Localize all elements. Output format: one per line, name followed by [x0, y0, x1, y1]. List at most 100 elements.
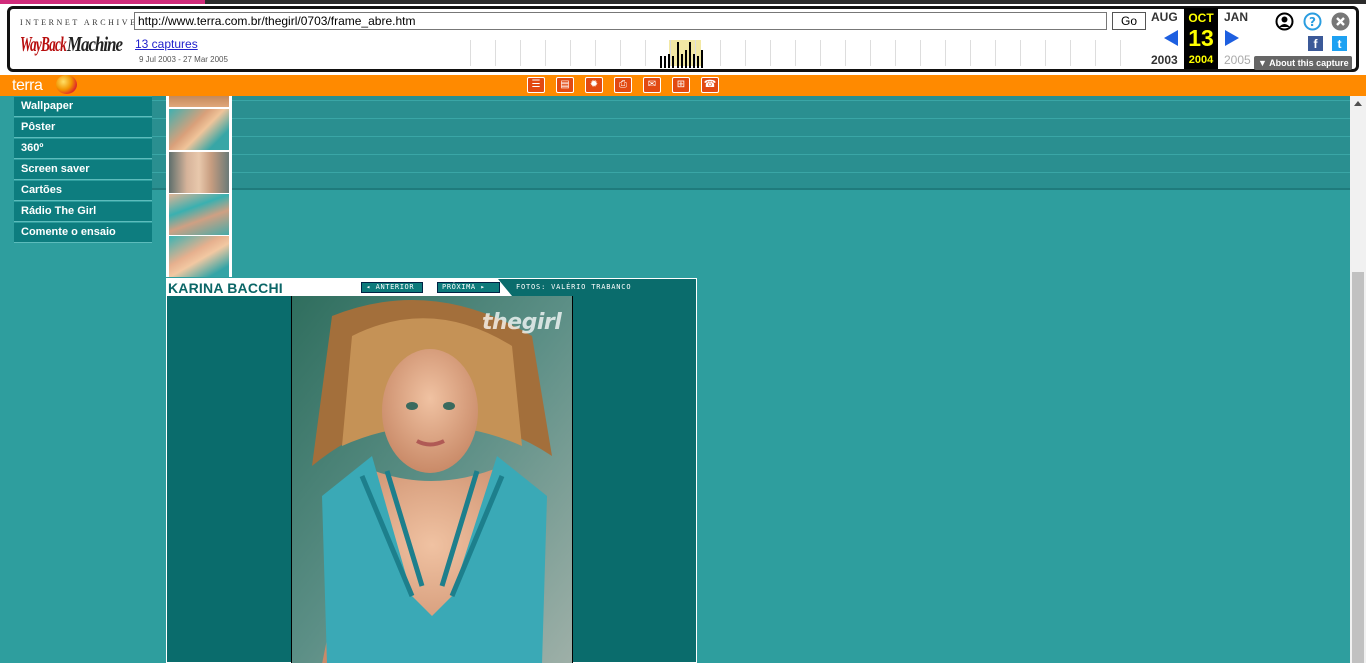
sparkline-month-divider — [995, 40, 996, 66]
sparkline-month-divider — [945, 40, 946, 66]
star-icon[interactable]: ✹ — [585, 77, 603, 93]
about-capture-label: About this capture — [1269, 58, 1349, 68]
sparkline-month-divider — [970, 40, 971, 66]
menu-item-poster[interactable]: Pôster — [14, 118, 152, 138]
thumbnail-image[interactable] — [169, 194, 229, 235]
next-month-label[interactable]: JAN — [1224, 10, 1248, 24]
cart-icon[interactable]: ⊞ — [672, 77, 690, 93]
previous-photo-button[interactable]: ◂ ANTERIOR — [361, 282, 423, 293]
photo-credit: FOTOS: VALÉRIO TRABANCO — [516, 283, 632, 291]
contact-icon[interactable]: ☎ — [701, 77, 719, 93]
thumbnail-image[interactable] — [169, 236, 229, 277]
chat-icon[interactable]: ☰ — [527, 77, 545, 93]
scrollbar-thumb[interactable] — [1352, 272, 1364, 663]
wayback-machine-logo[interactable]: WayBack Machine — [19, 29, 123, 57]
banner-stripe — [152, 154, 1350, 155]
terra-logo-icon[interactable] — [56, 75, 77, 94]
sparkline-capture-bar — [681, 54, 683, 68]
sparkline-month-divider — [520, 40, 521, 66]
terra-header-bar: terra ☰ ▤ ✹ ⎙ ✉ ⊞ ☎ — [0, 75, 1366, 96]
sparkline-month-divider — [570, 40, 571, 66]
go-button[interactable]: Go — [1112, 12, 1146, 30]
mail-icon[interactable]: ✉ — [643, 77, 661, 93]
facebook-icon[interactable]: f — [1308, 36, 1323, 51]
sparkline-month-divider — [720, 40, 721, 66]
menu-item-wallpaper[interactable]: Wallpaper — [14, 97, 152, 117]
scroll-up-arrow-icon[interactable] — [1354, 101, 1362, 106]
header-divider — [498, 279, 512, 296]
user-account-icon[interactable] — [1275, 12, 1294, 31]
thumbnail-image[interactable] — [169, 109, 229, 150]
sparkline-month-divider — [770, 40, 771, 66]
sparkline-capture-bar — [664, 56, 666, 68]
current-capture-date: OCT 13 2004 — [1184, 8, 1218, 69]
sparkline-month-divider — [1070, 40, 1071, 66]
thumbnail-image[interactable] — [169, 96, 229, 107]
menu-item-comment[interactable]: Comente o ensaio — [14, 223, 152, 243]
sparkline-month-divider — [595, 40, 596, 66]
sparkline-month-divider — [745, 40, 746, 66]
sparkline-month-divider — [870, 40, 871, 66]
current-year: 2004 — [1188, 54, 1214, 66]
capture-date-range: 9 Jul 2003 - 27 Mar 2005 — [139, 55, 228, 64]
sparkline-capture-bar — [677, 42, 679, 68]
dropdown-arrow-icon: ▼ — [1258, 58, 1270, 68]
about-capture-button[interactable]: ▼ About this capture — [1254, 56, 1352, 70]
menu-item-cartoes[interactable]: Cartões — [14, 181, 152, 201]
twitter-icon[interactable]: t — [1332, 36, 1347, 51]
wayback-toolbar: INTERNET ARCHIVE WayBack Machine http://… — [0, 0, 1366, 75]
banner-stripe — [152, 100, 1350, 101]
sparkline-capture-bar — [701, 50, 703, 68]
sparkline-capture-bar — [689, 42, 691, 68]
sparkline-capture-bar — [660, 56, 662, 68]
main-photo[interactable]: thegirl — [291, 296, 573, 663]
top-banner-area — [152, 96, 1350, 188]
browser-top-line — [0, 0, 1366, 4]
prev-year-label[interactable]: 2003 — [1151, 53, 1178, 67]
banner-stripe — [152, 136, 1350, 137]
banner-stripe — [152, 118, 1350, 119]
previous-label: ANTERIOR — [375, 283, 415, 291]
sparkline-capture-bar — [672, 56, 674, 68]
page-scrollbar[interactable] — [1350, 96, 1366, 663]
model-name-title: KARINA BACCHI — [168, 280, 283, 296]
next-photo-button[interactable]: PRÓXIMA ▸ — [437, 282, 500, 293]
capture-sparkline[interactable] — [470, 38, 1146, 68]
sparkline-month-divider — [1045, 40, 1046, 66]
next-year-label[interactable]: 2005 — [1224, 53, 1251, 67]
sparkline-month-divider — [1095, 40, 1096, 66]
prev-month-label[interactable]: AUG — [1151, 10, 1178, 24]
captures-link[interactable]: 13 captures — [135, 37, 198, 51]
sparkline-month-divider — [845, 40, 846, 66]
sparkline-month-divider — [920, 40, 921, 66]
terra-logo-text[interactable]: terra — [12, 77, 43, 95]
prev-capture-arrow-icon[interactable] — [1164, 30, 1178, 46]
menu-item-screen-saver[interactable]: Screen saver — [14, 160, 152, 180]
sparkline-month-divider — [795, 40, 796, 66]
help-icon[interactable]: ? — [1303, 12, 1322, 31]
sparkline-month-divider — [645, 40, 646, 66]
next-capture-arrow-icon[interactable] — [1225, 30, 1239, 46]
menu-item-360[interactable]: 360º — [14, 139, 152, 159]
sparkline-capture-bar — [685, 50, 687, 68]
photo-viewer: KARINA BACCHI ◂ ANTERIOR PRÓXIMA ▸ FOTOS… — [166, 278, 697, 663]
internet-archive-label: INTERNET ARCHIVE — [20, 18, 138, 27]
sparkline-month-divider — [820, 40, 821, 66]
close-icon[interactable] — [1331, 12, 1350, 31]
svg-text:?: ? — [1309, 15, 1316, 29]
thumbnail-image[interactable] — [169, 152, 229, 193]
url-input[interactable]: http://www.terra.com.br/thegirl/0703/fra… — [134, 12, 1107, 30]
sparkline-capture-bar — [697, 56, 699, 68]
sparkline-month-divider — [620, 40, 621, 66]
menu-item-radio[interactable]: Rádio The Girl — [14, 202, 152, 222]
svg-text:Machine: Machine — [66, 32, 123, 56]
svg-text:WayBack: WayBack — [20, 32, 67, 56]
document-icon[interactable]: ▤ — [556, 77, 574, 93]
photo-illustration — [292, 296, 572, 663]
arrow-right-icon: ▸ — [475, 283, 486, 291]
sparkline-month-divider — [670, 40, 671, 66]
sparkline-month-divider — [470, 40, 471, 66]
print-icon[interactable]: ⎙ — [614, 77, 632, 93]
side-menu: Wallpaper Pôster 360º Screen saver Cartõ… — [14, 97, 152, 244]
sparkline-capture-bar — [668, 54, 670, 68]
